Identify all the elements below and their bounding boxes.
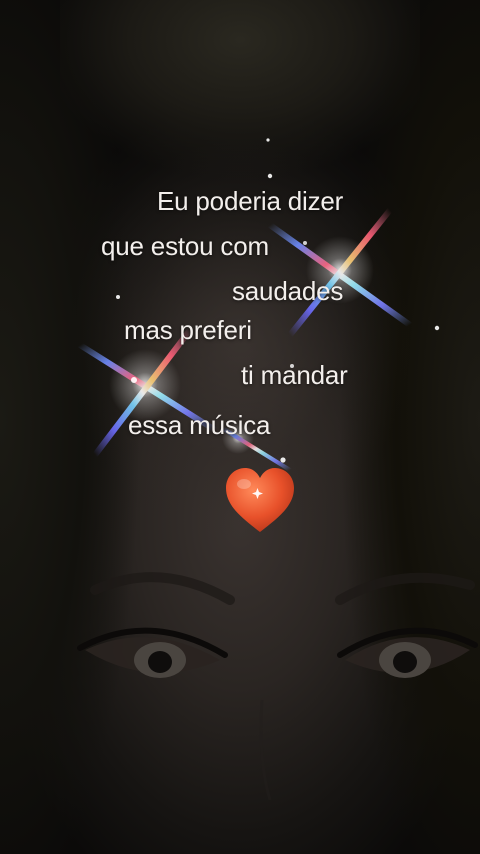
lyric-line-2: que estou com <box>101 231 269 261</box>
lyric-line-1: Eu poderia dizer <box>157 186 344 216</box>
right-eye <box>337 627 478 678</box>
lyric-line-3: saudades <box>232 276 344 306</box>
right-eyebrow <box>335 572 475 605</box>
video-frame: Eu poderia dizer que estou com saudades … <box>0 0 480 854</box>
lyric-line-5: ti mandar <box>241 360 348 390</box>
lyric-line-4: mas preferi <box>124 315 252 345</box>
red-heart-icon <box>226 468 294 532</box>
lyric-line-6: essa música <box>128 410 271 440</box>
nose <box>259 699 272 801</box>
left-eyebrow <box>90 572 235 605</box>
left-eye <box>77 627 228 678</box>
